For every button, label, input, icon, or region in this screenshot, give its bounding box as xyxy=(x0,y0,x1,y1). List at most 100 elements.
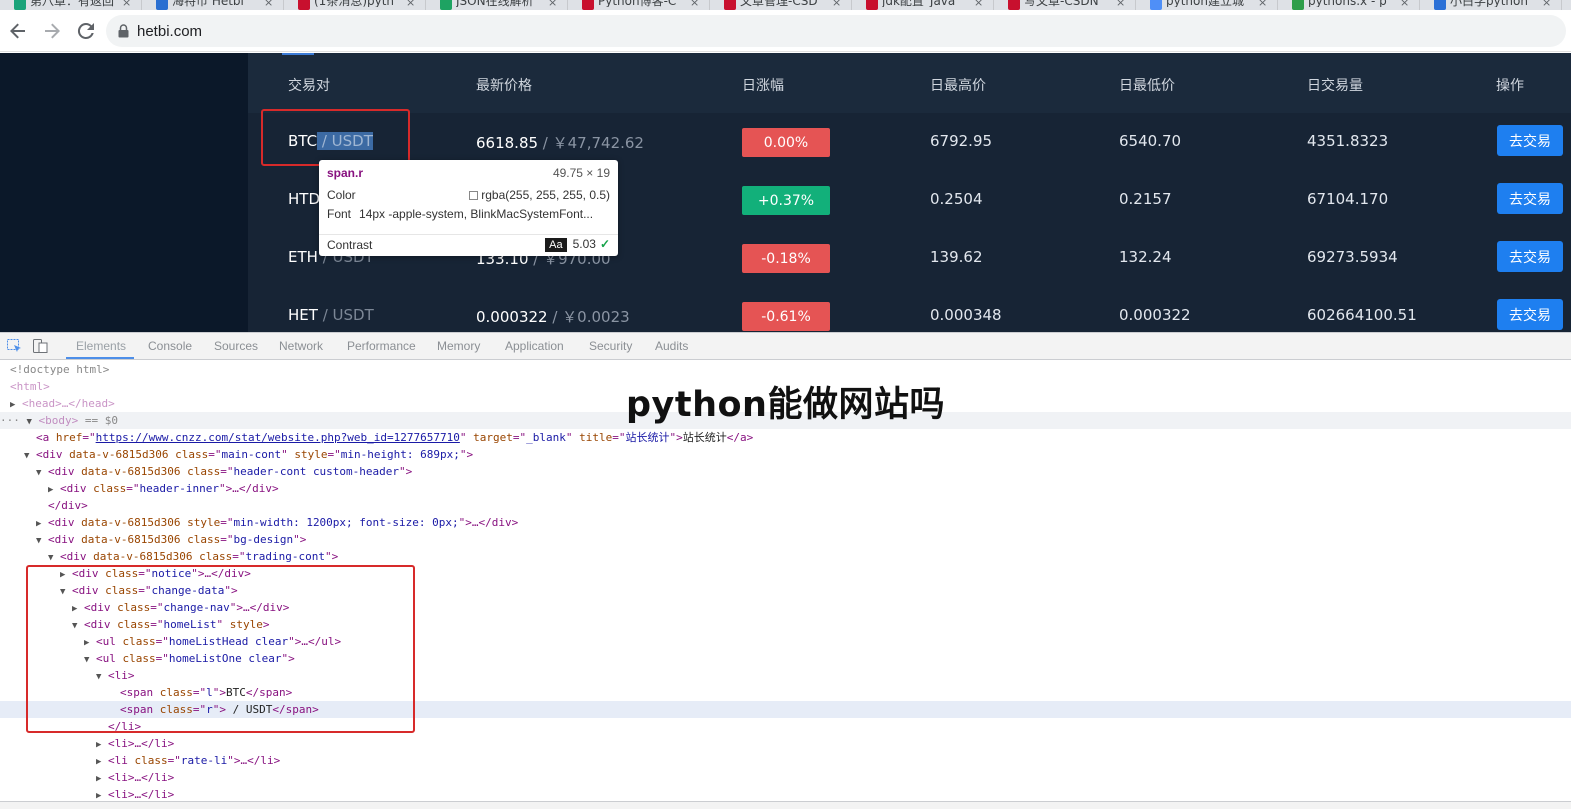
browser-tab[interactable]: 海特币 Hetbi × xyxy=(142,0,284,10)
check-icon: ✓ xyxy=(599,237,610,251)
dom-main-cont-class: main-cont xyxy=(221,448,282,461)
tooltip-size: 49.75 × 19 xyxy=(552,166,610,180)
pair-quote: / USDT xyxy=(317,306,374,324)
low-cell: 132.24 xyxy=(1119,248,1172,266)
devtools-tab-memory[interactable]: Memory xyxy=(437,339,480,353)
tab-close-icon[interactable]: × xyxy=(832,0,841,9)
tab-title: 写文章-CSDN xyxy=(1024,0,1099,7)
tab-close-icon[interactable]: × xyxy=(974,0,983,9)
low-cell: 6540.70 xyxy=(1119,132,1182,150)
browser-tab[interactable]: 小白学python × xyxy=(1420,0,1562,10)
tab-title: python建立城 xyxy=(1166,0,1244,7)
devtools-tab-audits[interactable]: Audits xyxy=(655,339,688,353)
tab-close-icon[interactable]: × xyxy=(1258,0,1267,9)
change-badge: 0.00% xyxy=(742,128,830,157)
devtools-tab-network[interactable]: Network xyxy=(279,339,323,353)
tab-close-icon[interactable]: × xyxy=(690,0,699,9)
devtools-tab-elements[interactable]: Elements xyxy=(76,339,126,353)
browser-tab[interactable]: pythons.x - p × xyxy=(1278,0,1420,10)
contrast-aa-icon: Aa xyxy=(545,238,567,252)
devtools-tab-security[interactable]: Security xyxy=(589,339,632,353)
inspect-element-icon[interactable] xyxy=(7,339,22,353)
browser-tab-strip: 第八章：有返回 × 海特币 Hetbi × (1条消息)pyth × JSON在线解析 × Py… xyxy=(0,0,1571,10)
element-inspector-tooltip: span.r 49.75 × 19 Color rgba(255, 255, 2… xyxy=(319,160,618,256)
url-text: hetbi.com xyxy=(137,22,203,40)
dom-doctype[interactable]: <!doctype html> xyxy=(10,363,109,376)
browser-tab[interactable]: 写文章-CSDN × xyxy=(994,0,1136,10)
dom-a-href[interactable]: https://www.cnzz.com/stat/website.php?we… xyxy=(96,431,460,444)
back-button[interactable] xyxy=(2,15,34,47)
header-accent-line xyxy=(282,53,314,55)
trade-button[interactable]: 去交易 xyxy=(1497,183,1563,214)
pair-base: HTD xyxy=(288,190,320,208)
tab-close-icon[interactable]: × xyxy=(1116,0,1125,9)
low-cell: 0.000322 xyxy=(1119,306,1191,324)
tab-close-icon[interactable]: × xyxy=(122,0,131,9)
low-cell: 0.2157 xyxy=(1119,190,1172,208)
browser-tab[interactable]: python建立城 × xyxy=(1136,0,1278,10)
devtools-tab-console[interactable]: Console xyxy=(148,339,192,353)
tab-title: 文章管理-CSD xyxy=(740,0,818,7)
devtools-tab-performance[interactable]: Performance xyxy=(347,339,416,353)
devtools-bottom-bar xyxy=(0,801,1571,809)
reload-button[interactable] xyxy=(70,15,102,47)
tooltip-tag: span.r xyxy=(327,166,364,180)
lock-icon xyxy=(118,24,129,38)
browser-tab[interactable]: JSON在线解析 × xyxy=(426,0,568,10)
tab-close-icon[interactable]: × xyxy=(406,0,415,9)
tooltip-color-label: Color xyxy=(327,188,356,202)
screenshot-root: 第八章：有返回 × 海特币 Hetbi × (1条消息)pyth × JSON在线解析 × Py… xyxy=(0,0,1571,809)
tab-close-icon[interactable]: × xyxy=(1542,0,1551,9)
color-swatch-icon xyxy=(469,191,479,200)
trade-button[interactable]: 去交易 xyxy=(1497,241,1563,272)
volume-cell: 602664100.51 xyxy=(1307,306,1417,324)
price-value: 0.000322 xyxy=(476,308,548,326)
arrow-left-icon xyxy=(10,23,25,38)
trade-button[interactable]: 去交易 xyxy=(1497,125,1563,156)
pair-base: HET xyxy=(288,306,318,324)
tab-close-icon[interactable]: × xyxy=(548,0,557,9)
table-header: 交易对 最新价格 日涨幅 日最高价 日最低价 日交易量 操作 xyxy=(248,53,1571,113)
browser-tab[interactable]: Python博客-C × xyxy=(568,0,710,10)
pair-cell: HET / USDT xyxy=(288,306,374,324)
active-tab-underline xyxy=(66,357,134,359)
overlay-title: python能做网站吗 xyxy=(626,385,945,425)
tab-close-icon[interactable]: × xyxy=(1400,0,1409,9)
dom-a-target: _blank xyxy=(526,431,566,444)
change-badge: +0.37% xyxy=(742,186,830,215)
forward-button[interactable] xyxy=(36,15,68,47)
browser-tab[interactable]: 文章管理-CSD × xyxy=(710,0,852,10)
tooltip-color-value: rgba(255, 255, 255, 0.5) xyxy=(481,188,610,202)
high-cell: 139.62 xyxy=(930,248,983,266)
devtools-tab-application[interactable]: Application xyxy=(505,339,564,353)
tab-favicon-icon xyxy=(1150,0,1162,10)
tab-title: 小白学python xyxy=(1450,0,1528,7)
highlight-box-pair xyxy=(261,109,410,166)
web-page: 交易对 最新价格 日涨幅 日最高价 日最低价 日交易量 操作 BTC / USD… xyxy=(0,53,1571,332)
page-left-panel xyxy=(0,53,248,332)
pair-base: ETH xyxy=(288,248,318,266)
tooltip-font-value: 14px -apple-system, BlinkMacSystemFont..… xyxy=(359,207,594,221)
tab-favicon-icon xyxy=(14,0,26,10)
tooltip-divider xyxy=(319,234,618,235)
tab-close-icon[interactable]: × xyxy=(264,0,273,9)
volume-cell: 4351.8323 xyxy=(1307,132,1389,150)
arrow-right-icon xyxy=(45,23,60,38)
address-bar[interactable]: hetbi.com xyxy=(106,15,1566,47)
table-row: HET / USDT 0.000322 / ￥0.0023 -0.61% 0.0003… xyxy=(248,287,1571,332)
header-change: 日涨幅 xyxy=(742,78,784,94)
tab-favicon-icon xyxy=(156,0,168,10)
dom-a-text: 站长统计 xyxy=(682,431,727,444)
header-price: 最新价格 xyxy=(476,78,532,94)
devtools-tab-sources[interactable]: Sources xyxy=(214,339,258,353)
browser-tab[interactable]: 第八章：有返回 × xyxy=(0,0,142,10)
tab-title: (1条消息)pyth xyxy=(314,0,395,7)
header-high: 日最高价 xyxy=(930,78,986,94)
header-volume: 日交易量 xyxy=(1307,78,1363,94)
tab-favicon-icon xyxy=(1008,0,1020,10)
browser-tab[interactable]: (1条消息)pyth × xyxy=(284,0,426,10)
trade-button[interactable]: 去交易 xyxy=(1497,299,1563,330)
browser-tab[interactable]: jdk配置_Java_ × xyxy=(852,0,994,10)
tooltip-contrast-value: 5.03 xyxy=(572,237,596,251)
device-toolbar-icon[interactable] xyxy=(33,339,48,353)
